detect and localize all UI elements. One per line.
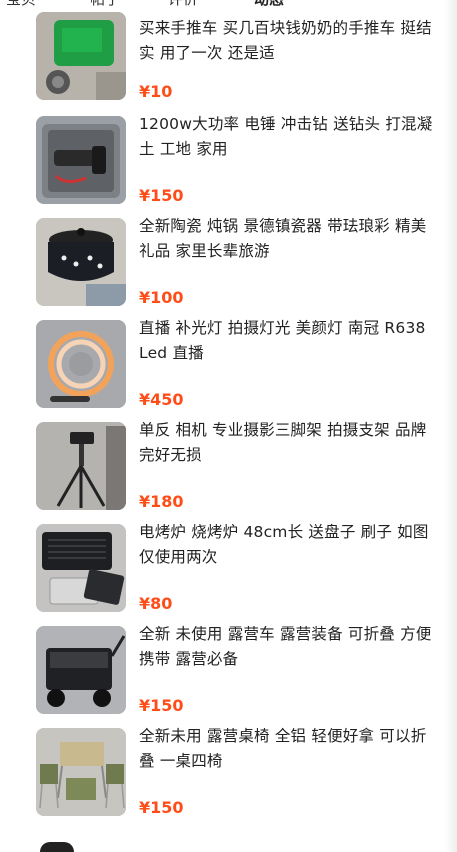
list-item[interactable]: 直播 补光灯 拍摄灯光 美颜灯 南冠 R638 Led 直播 ¥450 — [0, 310, 457, 412]
item-thumbnail — [36, 626, 126, 714]
item-title: 买来手推车 买几百块钱奶奶的手推车 挺结实 用了一次 还是适 — [139, 19, 432, 62]
item-title: 直播 补光灯 拍摄灯光 美颜灯 南冠 R638 Led 直播 — [139, 319, 426, 362]
item-title: 1200w大功率 电锤 冲击钻 送钻头 打混凝土 工地 家用 — [139, 115, 433, 158]
tab-activity[interactable]: 动态 — [254, 0, 284, 9]
item-price: ¥150 — [139, 798, 184, 817]
item-title: 全新 未使用 露营车 露营装备 可折叠 方便携带 露营必备 — [139, 625, 432, 668]
item-thumbnail — [36, 218, 126, 306]
list-item[interactable]: 单反 相机 专业摄影三脚架 拍摄支架 品牌 完好无损 ¥180 — [0, 412, 457, 514]
item-thumbnail — [36, 524, 126, 612]
list-item[interactable]: 全新陶瓷 炖锅 景德镇瓷器 带珐琅彩 精美礼品 家里长辈旅游 ¥100 — [0, 208, 457, 310]
tab-reviews[interactable]: 评价 — [168, 0, 198, 9]
bottom-bar-fragment — [40, 842, 74, 852]
item-title: 电烤炉 烧烤炉 48cm长 送盘子 刷子 如图 仅使用两次 — [139, 523, 429, 566]
item-price: ¥80 — [139, 594, 173, 613]
item-price: ¥100 — [139, 288, 184, 307]
item-thumbnail — [36, 116, 126, 204]
item-price: ¥150 — [139, 186, 184, 205]
tab-posts[interactable]: 帖子 — [90, 0, 120, 9]
item-price: ¥180 — [139, 492, 184, 511]
screen-edge-shadow — [445, 0, 457, 852]
item-price: ¥10 — [139, 82, 173, 101]
list-item[interactable]: 买来手推车 买几百块钱奶奶的手推车 挺结实 用了一次 还是适 ¥10 — [0, 12, 457, 114]
profile-items-page: 宝贝 帖子 评价 动态 买来手推车 买几百块钱奶奶的手推车 挺结实 用了一次 还… — [0, 0, 457, 852]
item-thumbnail — [36, 12, 126, 100]
item-price: ¥450 — [139, 390, 184, 409]
item-title: 单反 相机 专业摄影三脚架 拍摄支架 品牌 完好无损 — [139, 421, 427, 464]
item-price: ¥150 — [139, 696, 184, 715]
list-item[interactable]: 全新 未使用 露营车 露营装备 可折叠 方便携带 露营必备 ¥150 — [0, 616, 457, 718]
item-thumbnail — [36, 728, 126, 816]
tab-items[interactable]: 宝贝 — [6, 0, 36, 9]
list-item[interactable]: 全新未用 露营桌椅 全铝 轻便好拿 可以折叠 一桌四椅 ¥150 — [0, 718, 457, 820]
item-thumbnail — [36, 320, 126, 408]
tab-bar: 宝贝 帖子 评价 动态 — [0, 0, 457, 8]
item-title: 全新陶瓷 炖锅 景德镇瓷器 带珐琅彩 精美礼品 家里长辈旅游 — [139, 217, 427, 260]
list-item[interactable]: 1200w大功率 电锤 冲击钻 送钻头 打混凝土 工地 家用 ¥150 — [0, 106, 457, 208]
item-title: 全新未用 露营桌椅 全铝 轻便好拿 可以折叠 一桌四椅 — [139, 727, 427, 770]
bottom-bar — [0, 828, 457, 852]
item-thumbnail — [36, 422, 126, 510]
list-item[interactable]: 电烤炉 烧烤炉 48cm长 送盘子 刷子 如图 仅使用两次 ¥80 — [0, 514, 457, 616]
